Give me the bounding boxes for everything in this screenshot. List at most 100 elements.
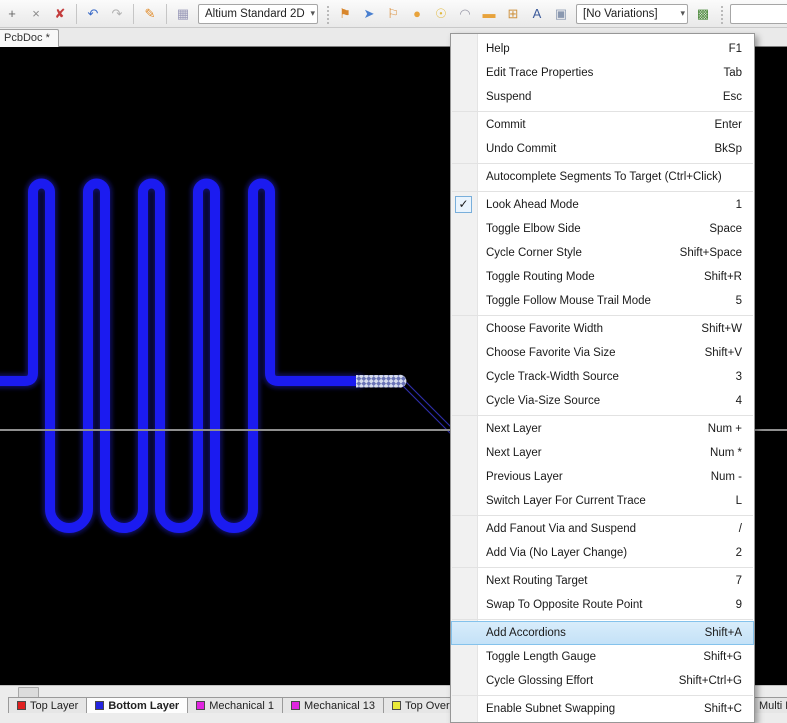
menu-item[interactable]: Next Layer Num * [451,441,754,465]
menu-item[interactable]: Next Routing Target 7 [451,569,754,593]
menu-item[interactable]: Cycle Track-Width Source 3 [451,365,754,389]
menu-separator [452,515,753,516]
clear-filter-icon[interactable]: ✘ [49,3,71,25]
menu-item[interactable]: Autocomplete Segments To Target (Ctrl+Cl… [451,165,754,189]
fill-icon[interactable]: ▬ [478,3,500,25]
menu-item[interactable]: Edit Trace Properties Tab [451,61,754,85]
menu-shortcut: 5 [728,295,742,307]
toolbar-drag-handle[interactable] [325,4,329,24]
component-icon[interactable]: ▣ [550,3,572,25]
footprint-icon[interactable]: ▦ [172,3,194,25]
menu-separator [452,619,753,620]
autoroute-net-icon[interactable]: ⚐ [382,3,404,25]
menu-shortcut: Tab [715,67,742,79]
layer-color-chip [196,701,205,710]
menu-item[interactable]: Switch Layer For Current Trace L [451,489,754,513]
lookahead-end-cap [394,375,407,388]
menu-shortcut: 2 [728,547,742,559]
menu-shortcut: / [731,523,742,535]
menu-shortcut: Enter [707,119,743,131]
menu-shortcut: Space [701,223,742,235]
menu-item[interactable]: Toggle Routing Mode Shift+R [451,265,754,289]
board-icon[interactable]: ▩ [692,3,714,25]
arc-icon[interactable]: ◠ [454,3,476,25]
menu-item[interactable]: Cycle Corner Style Shift+Space [451,241,754,265]
snap-select-icon[interactable]: × [25,3,47,25]
crosshair-icon[interactable]: + [1,3,23,25]
menu-item[interactable]: Cycle Glossing Effort Shift+Ctrl+G [451,669,754,693]
menu-shortcut: 7 [728,575,742,587]
menu-shortcut: 9 [728,599,742,611]
menu-item[interactable]: Toggle Elbow Side Space [451,217,754,241]
menu-item[interactable]: Help F1 [451,37,754,61]
menu-separator [452,191,753,192]
menu-shortcut: Num + [700,423,742,435]
menu-separator [452,567,753,568]
layer-color-chip [95,701,104,710]
menu-shortcut: Num - [703,471,742,483]
menu-item[interactable]: Swap To Opposite Route Point 9 [451,593,754,617]
layer-tab[interactable]: Mechanical 13 [282,697,384,713]
menu-separator [452,695,753,696]
menu-item[interactable]: Add Fanout Via and Suspend / [451,517,754,541]
layer-color-chip [392,701,401,710]
menu-item[interactable]: Choose Favorite Via Size Shift+V [451,341,754,365]
menu-separator [452,315,753,316]
menu-shortcut: Shift+C [696,703,742,715]
menu-shortcut: Shift+W [693,323,742,335]
toolbar-drag-handle[interactable] [719,4,723,24]
layer-tab[interactable]: Top Layer [8,697,87,713]
redo-icon[interactable]: ↷ [106,3,128,25]
menu-item[interactable]: ✓ Look Ahead Mode 1 [451,193,754,217]
menu-item[interactable]: Enable Subnet Swapping Shift+C [451,697,754,721]
menu-item[interactable]: Next Layer Num + [451,417,754,441]
menu-shortcut: Shift+Space [672,247,742,259]
menu-separator [452,415,753,416]
menu-shortcut: L [728,495,742,507]
undo-icon[interactable]: ↶ [82,3,104,25]
menu-item[interactable]: Add Accordions Shift+A [451,621,754,645]
chevron-down-icon[interactable]: ▾ [675,8,685,19]
menu-item[interactable]: Toggle Follow Mouse Trail Mode 5 [451,289,754,313]
lookahead-hatched-segment [356,375,400,388]
document-tab[interactable]: PcbDoc * [0,29,59,47]
menu-item[interactable]: Suspend Esc [451,85,754,109]
checkmark-icon: ✓ [455,196,472,213]
layer-color-chip [17,701,26,710]
layer-color-chip [291,701,300,710]
menu-item[interactable]: Add Via (No Layer Change) 2 [451,541,754,565]
serpentine-trace[interactable] [0,184,358,529]
blank-combo[interactable]: ▾ [730,4,787,24]
menu-item[interactable]: Toggle Length Gauge Shift+G [451,645,754,669]
menu-shortcut: 1 [728,199,742,211]
via-icon[interactable]: ☉ [430,3,452,25]
string-icon[interactable]: A [526,3,548,25]
menu-shortcut: Shift+V [697,347,742,359]
menu-item[interactable]: Undo Commit BkSp [451,137,754,161]
view-configuration-combo[interactable]: Altium Standard 2D ▾ [198,4,318,24]
layer-tab[interactable]: Mechanical 1 [187,697,283,713]
menu-shortcut: Shift+A [697,627,742,639]
menu-item[interactable]: Commit Enter [451,113,754,137]
main-toolbar: + × ✘ ↶ ↷ ✎ ▦ Altium Standard 2D ▾ ⚑ ➤ ⚐… [0,0,787,28]
menu-separator [452,111,753,112]
menu-item[interactable]: Choose Favorite Width Shift+W [451,317,754,341]
menu-shortcut: 3 [728,371,742,383]
menu-shortcut: F1 [721,43,742,55]
pen-icon[interactable]: ✎ [139,3,161,25]
toolbar-separator [76,4,77,24]
interactive-routing-icon[interactable]: ⚑ [334,3,356,25]
pad-array-icon[interactable]: ⊞ [502,3,524,25]
variations-combo[interactable]: [No Variations] ▾ [576,4,688,24]
menu-shortcut: BkSp [707,143,743,155]
autoroute-connection-icon[interactable]: ➤ [358,3,380,25]
layer-tab[interactable]: Bottom Layer [86,697,188,713]
menu-shortcut: 4 [728,395,742,407]
menu-item[interactable]: Previous Layer Num - [451,465,754,489]
menu-shortcut: Shift+Ctrl+G [671,675,742,687]
menu-item[interactable]: Cycle Via-Size Source 4 [451,389,754,413]
pad-icon[interactable]: ● [406,3,428,25]
menu-separator [452,163,753,164]
toolbar-separator [166,4,167,24]
chevron-down-icon[interactable]: ▾ [305,8,315,19]
